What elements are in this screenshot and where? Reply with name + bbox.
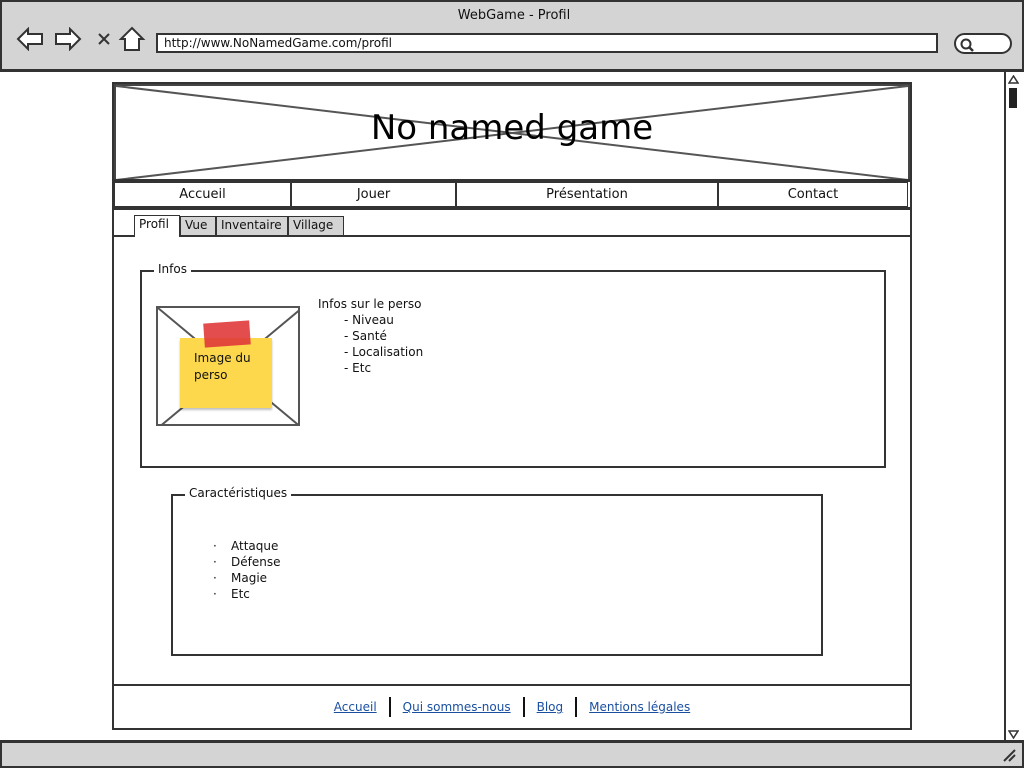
infos-legend: Infos [154,262,191,276]
sticky-note: Image du perso [180,338,272,408]
footer-link-qui-sommes-nous[interactable]: Qui sommes-nous [391,700,523,714]
close-icon [98,33,110,45]
footer: Accueil Qui sommes-nous Blog Mentions lé… [114,684,910,728]
list-item: Niveau [344,312,423,328]
back-button[interactable] [16,26,44,52]
infos-fieldset: Infos Image du perso Infos sur le perso … [140,262,886,468]
list-item: Magie [211,570,280,586]
nav-item-accueil[interactable]: Accueil [114,182,291,209]
forward-arrow-icon [55,27,82,51]
list-item: Santé [344,328,423,344]
list-item: Etc [344,360,423,376]
characteristics-legend: Caractéristiques [185,486,292,500]
home-icon [118,26,146,51]
list-item: Localisation [344,344,423,360]
nav-item-contact[interactable]: Contact [718,182,908,209]
window-title: WebGame - Profil [457,8,571,23]
scroll-thumb[interactable] [1009,88,1017,108]
tab-profil[interactable]: Profil [134,215,180,237]
resize-grip-icon[interactable] [1002,748,1016,762]
site-title: No named game [370,108,654,148]
vertical-scrollbar[interactable] [1004,72,1020,742]
tab-vue[interactable]: Vue [180,216,216,235]
characteristics-list: Attaque Défense Magie Etc [211,538,280,602]
forward-button[interactable] [54,26,82,52]
info-list: Niveau Santé Localisation Etc [344,312,423,376]
nav-item-presentation[interactable]: Présentation [456,182,718,209]
characteristics-fieldset: Caractéristiques Attaque Défense Magie E… [171,486,823,656]
sticky-note-line-2: perso [194,368,228,382]
stop-button[interactable] [90,26,118,52]
browser-statusbar [0,740,1024,768]
tape-strip [203,320,251,348]
info-heading: Infos sur le perso [318,297,422,311]
tab-village[interactable]: Village [288,216,344,235]
browser-search-field[interactable] [954,33,1012,54]
back-arrow-icon [16,27,43,51]
footer-link-blog[interactable]: Blog [525,700,576,714]
nav-item-jouer[interactable]: Jouer [291,182,456,209]
footer-link-accueil[interactable]: Accueil [322,700,389,714]
scroll-down-arrow-icon[interactable] [1008,730,1019,739]
address-bar[interactable]: http://www.NoNamedGame.com/profil [156,33,938,53]
home-button[interactable] [118,26,146,52]
list-item: Défense [211,554,280,570]
list-item: Etc [211,586,280,602]
tab-panel-border [114,235,910,237]
tab-inventaire[interactable]: Inventaire [216,216,288,235]
sticky-note-line-1: Image du [194,351,251,365]
header-banner: No named game [114,84,910,182]
browser-titlebar: WebGame - Profil http://www.NoNamedGame.… [0,0,1024,72]
scroll-up-arrow-icon[interactable] [1008,75,1019,84]
search-icon [960,38,974,52]
main-navigation: Accueil Jouer Présentation Contact [114,182,910,210]
character-info: Infos sur le perso Niveau Santé Localisa… [318,296,423,376]
footer-link-mentions-legales[interactable]: Mentions légales [577,700,702,714]
page-frame: No named game Accueil Jouer Présentation… [112,82,912,730]
list-item: Attaque [211,538,280,554]
